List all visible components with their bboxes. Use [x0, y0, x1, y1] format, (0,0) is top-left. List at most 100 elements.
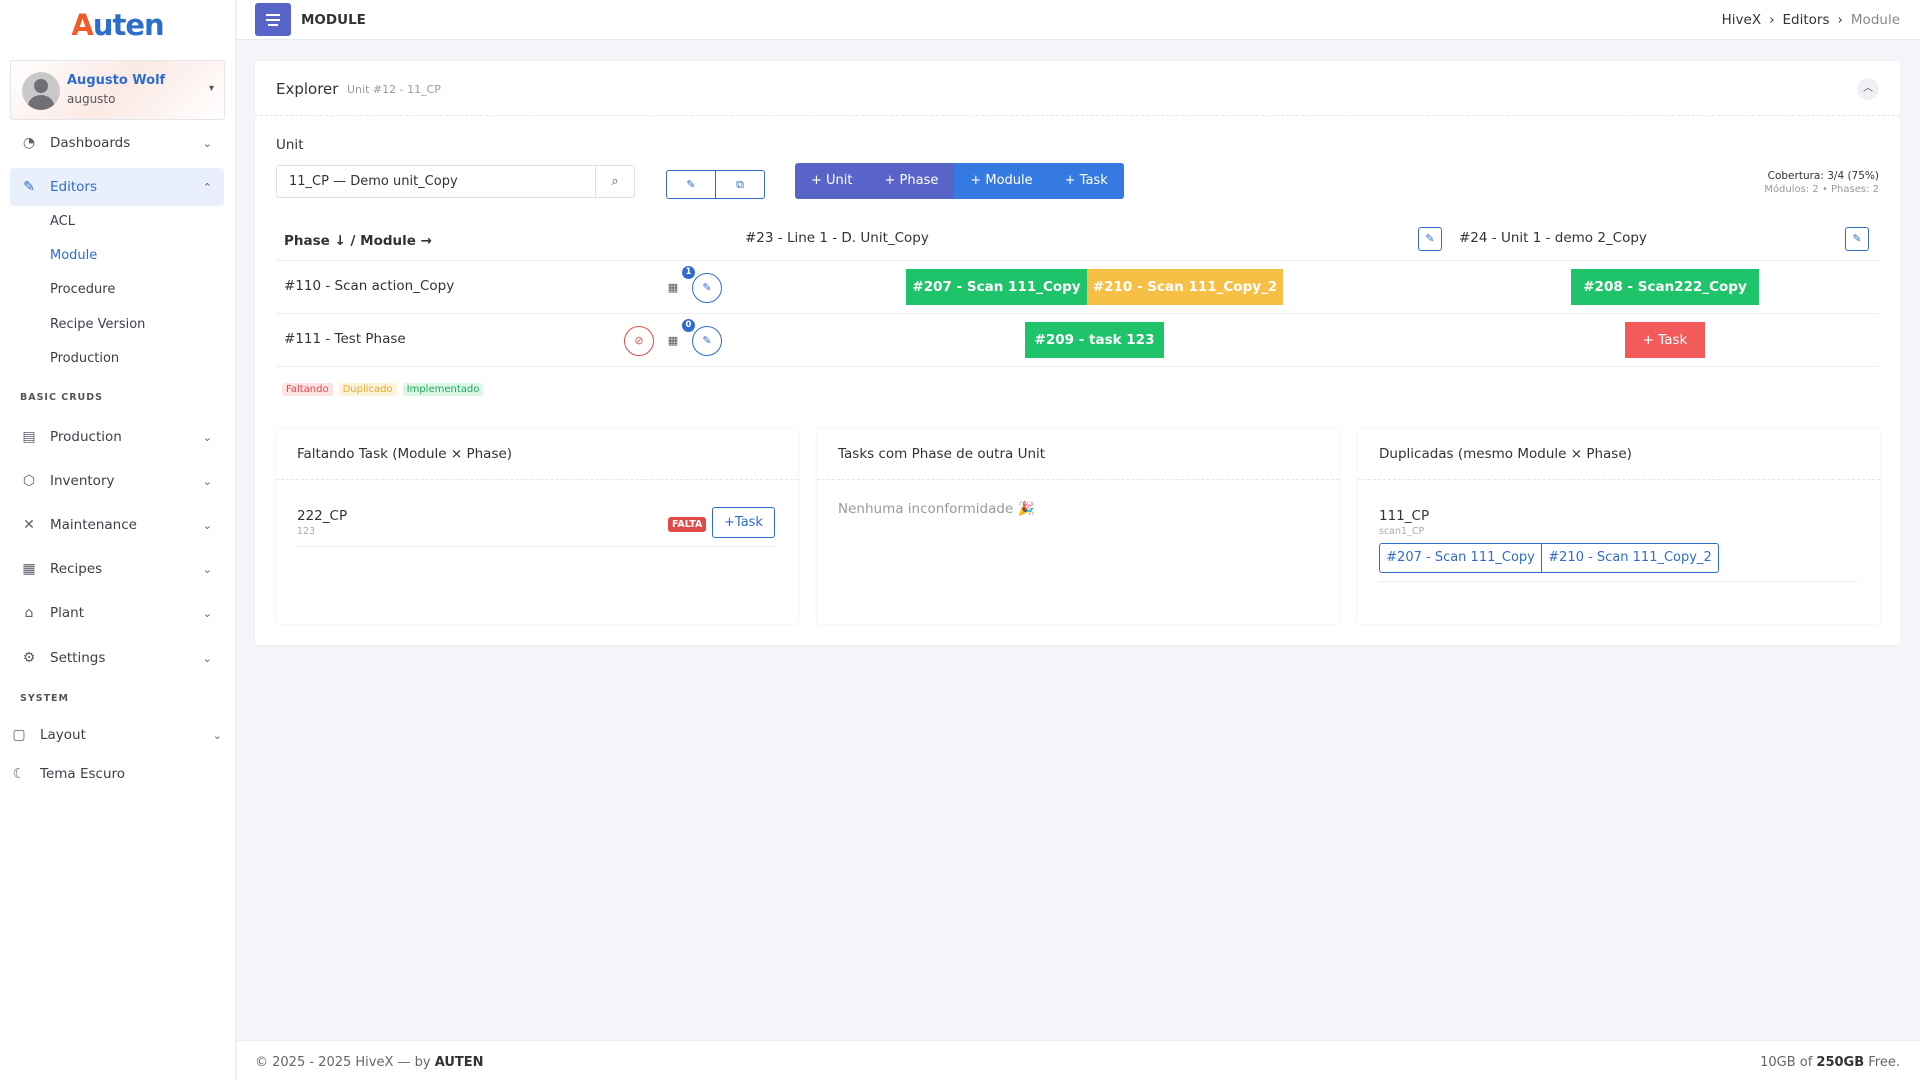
- edit-icon: ✎: [702, 334, 712, 347]
- breadcrumb-editors[interactable]: Editors: [1783, 12, 1830, 28]
- collapse-button[interactable]: ︿: [1857, 78, 1879, 100]
- page-title: MODULE: [301, 12, 366, 28]
- user-card[interactable]: Augusto Wolf augusto ▾: [10, 60, 225, 120]
- sidebar: Auten Augusto Wolf augusto ▾ ◔ Dashboard…: [0, 0, 236, 1080]
- missing-item-name: 222_CP: [297, 508, 348, 524]
- clipboard-icon: ▤: [22, 429, 36, 445]
- layout-icon: ▢: [12, 727, 26, 743]
- footer: © 2025 - 2025 HiveX — by AUTEN 10GB of 2…: [237, 1040, 1920, 1080]
- moon-icon: ☾: [12, 766, 26, 782]
- footer-storage: 10GB of 250GB Free.: [1760, 1055, 1900, 1070]
- section-system: SYSTEM: [20, 693, 69, 704]
- task-chip-208[interactable]: #208 - Scan222_Copy: [1571, 269, 1759, 305]
- legend-missing: Faltando: [282, 383, 333, 396]
- duplicated-item-name: 111_CP: [1379, 508, 1430, 524]
- chevron-right-icon: ›: [1837, 12, 1843, 28]
- chevron-down-icon: ⌄: [202, 651, 212, 665]
- missing-item-sub: 123: [297, 526, 316, 537]
- legend-duplicated: Duplicado: [338, 383, 397, 396]
- edit-phase-111-button[interactable]: ✎: [692, 326, 722, 356]
- phase-row-110: #110 - Scan action_Copy: [284, 278, 455, 294]
- chevron-down-icon: ⌄: [202, 562, 212, 576]
- sidebar-sub-procedure[interactable]: Procedure: [50, 282, 115, 297]
- explorer-card: Explorer Unit #12 - 11_CP ︿ Unit 11_CP —…: [255, 61, 1900, 645]
- add-module-button[interactable]: + Module: [954, 163, 1049, 199]
- caret-down-icon[interactable]: ▾: [209, 83, 214, 94]
- tools-icon: ✕: [23, 517, 35, 533]
- sidebar-item-plant[interactable]: ⌂ Plant ⌄: [10, 594, 224, 632]
- add-unit-button[interactable]: + Unit: [795, 163, 869, 199]
- book-icon: ▦: [22, 561, 36, 577]
- chevron-down-icon: ⌄: [202, 474, 212, 488]
- duplicate-task-210-button[interactable]: #210 - Scan 111_Copy_2: [1541, 543, 1719, 573]
- menu-toggle-button[interactable]: [255, 3, 291, 36]
- module-header-23: #23 - Line 1 - D. Unit_Copy: [745, 230, 929, 246]
- chevron-down-icon: ⌄: [212, 728, 222, 742]
- sidebar-sub-recipe-version[interactable]: Recipe Version: [50, 317, 145, 332]
- edit-module-24-button[interactable]: ✎: [1845, 227, 1869, 251]
- add-missing-task-button[interactable]: +Task: [712, 507, 775, 538]
- explorer-title: Explorer: [276, 80, 339, 98]
- sidebar-item-production[interactable]: ▤ Production ⌄: [10, 418, 224, 456]
- search-icon: ⌕: [611, 174, 619, 189]
- avatar: [22, 72, 60, 110]
- chevron-up-icon: ⌃: [202, 180, 212, 194]
- sidebar-item-maintenance[interactable]: ✕ Maintenance ⌄: [10, 506, 224, 544]
- edit-icon: ✎: [1425, 232, 1435, 245]
- sidebar-item-recipes[interactable]: ▦ Recipes ⌄: [10, 550, 224, 588]
- qr-code-icon[interactable]: ▦: [666, 334, 680, 348]
- add-buttons-group: + Unit + Phase + Module + Task: [795, 163, 1124, 199]
- unit-select-input[interactable]: 11_CP — Demo unit_Copy: [276, 165, 596, 198]
- panel-title: Duplicadas (mesmo Module × Phase): [1379, 446, 1632, 462]
- empty-message: Nenhuma inconformidade 🎉: [838, 501, 1035, 517]
- add-task-cell-button[interactable]: + Task: [1625, 322, 1705, 358]
- breadcrumb-hivex[interactable]: HiveX: [1722, 12, 1761, 28]
- hamburger-icon: [266, 13, 280, 16]
- footer-brand[interactable]: AUTEN: [435, 1055, 484, 1070]
- edit-module-23-button[interactable]: ✎: [1418, 227, 1442, 251]
- sidebar-item-layout[interactable]: ▢ Layout ⌄: [0, 716, 234, 754]
- copy-icon: ⧉: [736, 178, 744, 191]
- task-count-badge: 0: [682, 319, 695, 332]
- duplicated-item-sub: scan1_CP: [1379, 526, 1425, 537]
- gauge-icon: ◔: [22, 135, 36, 151]
- task-chip-210[interactable]: #210 - Scan 111_Copy_2: [1087, 269, 1283, 305]
- edit-unit-button[interactable]: ✎: [666, 170, 716, 199]
- section-basic-cruds: BASIC CRUDS: [20, 392, 103, 403]
- qr-code-icon[interactable]: ▦: [666, 281, 680, 295]
- legend-implemented: Implementado: [402, 383, 484, 396]
- sidebar-item-dashboards[interactable]: ◔ Dashboards ⌄: [10, 124, 224, 162]
- task-chip-207[interactable]: #207 - Scan 111_Copy: [906, 269, 1087, 305]
- task-chip-209[interactable]: #209 - task 123: [1025, 322, 1164, 358]
- duplicate-task-207-button[interactable]: #207 - Scan 111_Copy: [1379, 543, 1542, 573]
- trash-icon: ⊘: [634, 334, 644, 347]
- edit-icon: ✎: [702, 281, 712, 294]
- user-name: Augusto Wolf: [67, 73, 166, 88]
- explorer-subtitle: Unit #12 - 11_CP: [347, 83, 441, 96]
- sidebar-item-settings[interactable]: ⚙ Settings ⌄: [10, 639, 224, 677]
- search-button[interactable]: ⌕: [596, 165, 635, 198]
- breadcrumb: HiveX › Editors › Module: [1722, 12, 1900, 28]
- sidebar-item-inventory[interactable]: ⬡ Inventory ⌄: [10, 462, 224, 500]
- edit-icon: ✎: [1852, 232, 1862, 245]
- coverage-info: Cobertura: 3/4 (75%) Módulos: 2 • Phases…: [1764, 169, 1879, 197]
- add-phase-button[interactable]: + Phase: [868, 163, 955, 199]
- copy-unit-button[interactable]: ⧉: [715, 170, 765, 199]
- delete-phase-111-button[interactable]: ⊘: [624, 326, 654, 356]
- unit-label: Unit: [276, 137, 304, 153]
- chevron-down-icon: ⌄: [202, 518, 212, 532]
- auten-logo[interactable]: Auten: [0, 0, 235, 50]
- chevron-down-icon: ⌄: [202, 136, 212, 150]
- add-task-button[interactable]: + Task: [1048, 163, 1124, 199]
- status-legend: Faltando Duplicado Implementado: [282, 383, 484, 396]
- sidebar-item-dark-theme[interactable]: ☾ Tema Escuro: [0, 755, 234, 793]
- sidebar-sub-acl[interactable]: ACL: [50, 214, 75, 229]
- panel-title: Tasks com Phase de outra Unit: [838, 446, 1046, 462]
- sidebar-sub-module[interactable]: Module: [50, 248, 97, 263]
- sidebar-sub-production[interactable]: Production: [50, 351, 119, 366]
- sidebar-item-editors[interactable]: ✎ Editors ⌃: [10, 168, 224, 206]
- edit-icon: ✎: [686, 178, 696, 191]
- factory-icon: ⌂: [24, 605, 34, 621]
- edit-phase-110-button[interactable]: ✎: [692, 273, 722, 303]
- breadcrumb-module: Module: [1850, 12, 1900, 28]
